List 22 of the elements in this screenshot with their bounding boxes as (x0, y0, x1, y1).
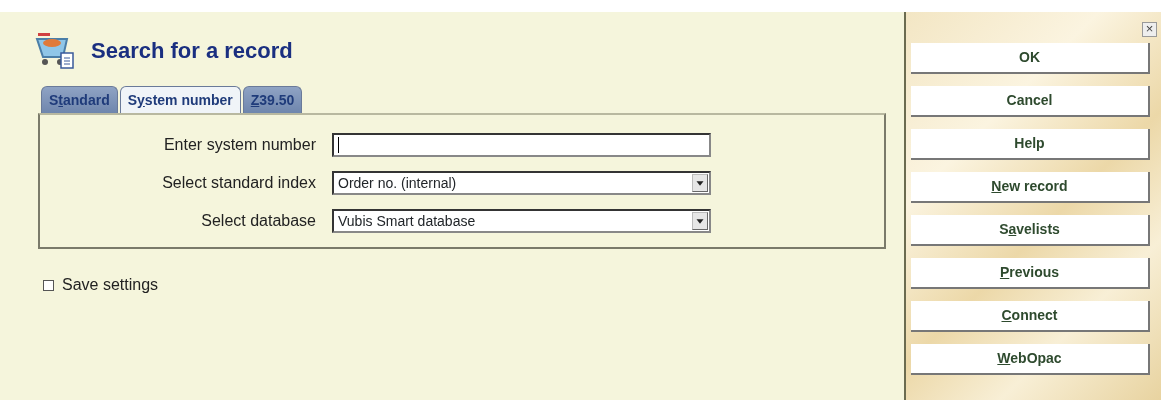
dropdown[interactable]: Order no. (internal) (332, 171, 711, 195)
action-button[interactable]: New record (911, 172, 1150, 203)
dropdown[interactable]: Vubis Smart database (332, 209, 711, 233)
action-button[interactable]: Help (911, 129, 1150, 160)
tab[interactable]: System number (119, 86, 241, 113)
action-button[interactable]: Savelists (911, 215, 1150, 246)
checkbox[interactable] (43, 279, 54, 291)
action-button[interactable]: Cancel (911, 86, 1150, 117)
action-button[interactable]: OK (911, 43, 1150, 74)
page-title: Search for a record (91, 36, 293, 65)
close-button[interactable]: × (1142, 22, 1157, 37)
input-field[interactable] (332, 133, 711, 157)
field-label: Select database (200, 211, 317, 231)
action-button[interactable]: Previous (911, 258, 1150, 289)
field-label: Enter system number (162, 135, 317, 155)
basket-icon (35, 31, 75, 69)
action-button[interactable]: Connect (911, 301, 1150, 332)
field-label: Select standard index (161, 173, 317, 193)
action-button[interactable]: WebOpac (911, 344, 1150, 375)
tab[interactable]: Standard (41, 86, 118, 113)
tab[interactable]: Z39.50 (242, 86, 303, 113)
checkbox-label: Save settings (62, 275, 159, 295)
